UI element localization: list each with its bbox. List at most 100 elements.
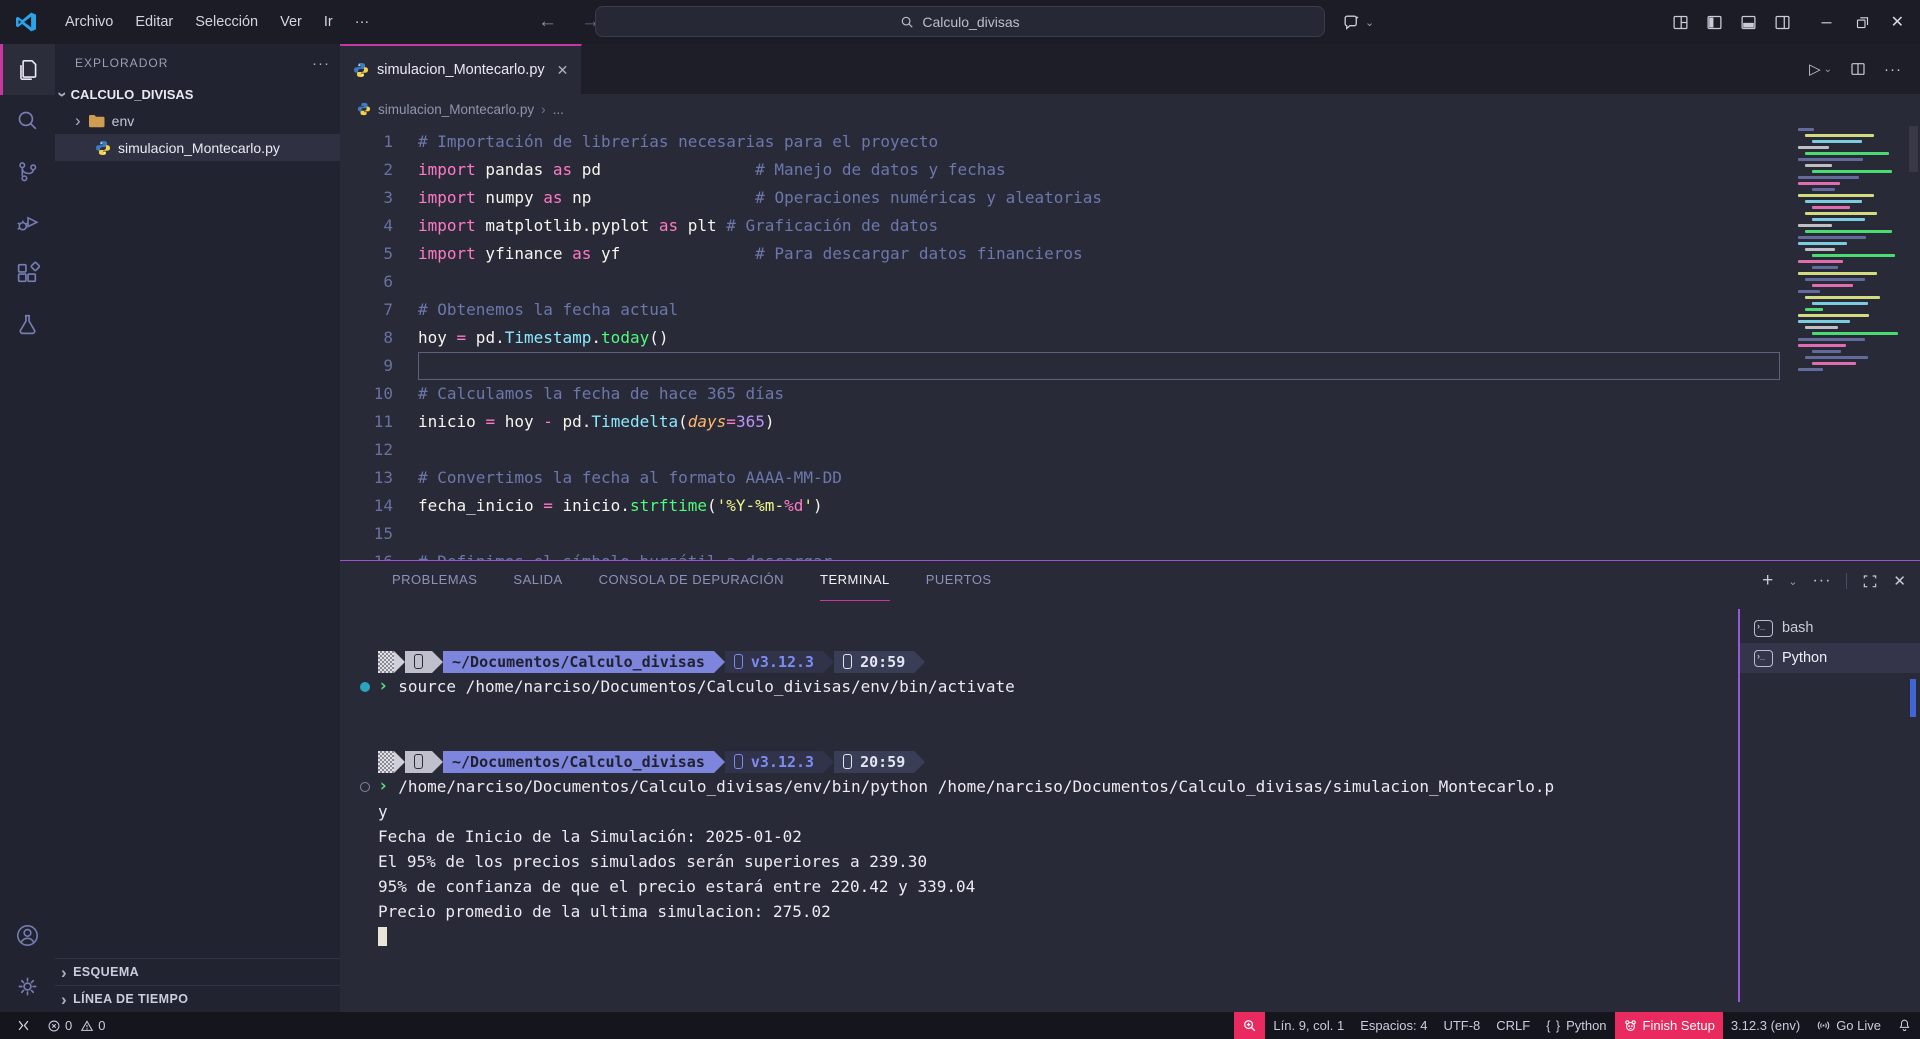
minimap-line <box>1805 164 1832 167</box>
activity-extensions[interactable] <box>0 248 55 299</box>
maximize-panel-icon[interactable] <box>1862 573 1878 589</box>
activity-testing[interactable] <box>0 299 55 350</box>
close-panel-icon[interactable]: ✕ <box>1893 572 1906 590</box>
minimap-line <box>1812 302 1868 305</box>
menu-archivo[interactable]: Archivo <box>54 9 124 35</box>
pane-linea-de-tiempo[interactable]: › LÍNEA DE TIEMPO <box>55 985 340 1012</box>
activity-search[interactable] <box>0 95 55 146</box>
split-editor-icon[interactable] <box>1850 61 1866 77</box>
status-eol-sequence[interactable]: CRLF <box>1488 1012 1538 1039</box>
menu-ver[interactable]: Ver <box>269 9 313 35</box>
activity-settings[interactable] <box>0 961 55 1012</box>
window-minimize-icon[interactable] <box>1819 15 1834 30</box>
activity-run-debug[interactable] <box>0 197 55 248</box>
command-center-search[interactable]: Calculo_divisas <box>595 6 1325 37</box>
status-python-interpreter[interactable]: 3.12.3 (env) <box>1723 1012 1808 1039</box>
code-line-7[interactable]: 7# Obtenemos la fecha actual <box>340 296 1920 324</box>
panel-more-actions-icon[interactable]: ··· <box>1812 572 1831 590</box>
status-finish-setup[interactable]: Finish Setup <box>1615 1012 1723 1039</box>
menu-[interactable]: ··· <box>344 9 381 35</box>
breadcrumb[interactable]: simulacion_Montecarlo.py › ... <box>340 94 1920 124</box>
code-line-9[interactable]: 9 <box>340 352 1920 380</box>
status-cursor-position[interactable]: Lín. 9, col. 1 <box>1265 1012 1352 1039</box>
tab-close-icon[interactable]: ✕ <box>557 62 569 79</box>
menu-editar[interactable]: Editar <box>124 9 184 35</box>
code-line-14[interactable]: 14fecha_inicio = inicio.strftime('%Y-%m-… <box>340 492 1920 520</box>
problems-indicator[interactable]: 0 0 <box>43 1012 109 1039</box>
status-language-mode[interactable]: { }Python <box>1538 1012 1614 1039</box>
code-editor[interactable]: 1# Importación de librerías necesarias p… <box>340 124 1920 560</box>
activity-source-control[interactable] <box>0 146 55 197</box>
minimap-line <box>1798 224 1832 227</box>
remote-indicator[interactable] <box>10 1012 37 1039</box>
code-line-2[interactable]: 2import pandas as pd # Manejo de datos y… <box>340 156 1920 184</box>
code-line-12[interactable]: 12 <box>340 436 1920 464</box>
terminal-instance-bash[interactable]: ›_bash <box>1740 613 1920 643</box>
code-line-3[interactable]: 3import numpy as np # Operaciones numéri… <box>340 184 1920 212</box>
code-line-6[interactable]: 6 <box>340 268 1920 296</box>
copilot-chat-icon[interactable] <box>1342 13 1361 32</box>
command-decoration-icon[interactable] <box>352 682 378 692</box>
code-line-11[interactable]: 11inicio = hoy - pd.Timedelta(days=365) <box>340 408 1920 436</box>
activity-accounts[interactable] <box>0 910 55 961</box>
tree-root-calculo-divisas[interactable]: › CALCULO_DIVISAS <box>55 82 340 107</box>
panel-tab-salida[interactable]: SALIDA <box>513 561 562 601</box>
panel-tab-puertos[interactable]: PUERTOS <box>926 561 992 601</box>
status-encoding[interactable]: UTF-8 <box>1435 1012 1488 1039</box>
tree-item-env[interactable]: › env <box>55 107 340 134</box>
output-text: Precio promedio de la ultima simulacion:… <box>378 899 831 924</box>
breadcrumb-file[interactable]: simulacion_Montecarlo.py <box>378 102 534 117</box>
terminal-scrollbar[interactable] <box>1910 679 1916 717</box>
activity-explorer[interactable] <box>0 44 55 95</box>
terminal-dropdown-icon[interactable]: ⌄ <box>1788 575 1797 588</box>
editor-scrollbar[interactable] <box>1909 126 1918 172</box>
minimap[interactable] <box>1798 128 1902 374</box>
terminal-command-line: ›source /home/narciso/Documentos/Calculo… <box>352 674 1738 699</box>
customize-layout-icon[interactable] <box>1672 14 1689 31</box>
panel-tab-problemas[interactable]: PROBLEMAS <box>392 561 477 601</box>
code-line-10[interactable]: 10# Calculamos la fecha de hace 365 días <box>340 380 1920 408</box>
terminal-output[interactable]: ~/Documentos/Calculo_divisasv3.12.320:59… <box>340 601 1738 1012</box>
panel-tab-terminal[interactable]: TERMINAL <box>820 561 890 601</box>
code-line-5[interactable]: 5import yfinance as yf # Para descargar … <box>340 240 1920 268</box>
status-notifications[interactable] <box>1889 1012 1920 1039</box>
panel-tab-consola-de-depuraci-n[interactable]: CONSOLA DE DEPURACIÓN <box>599 561 784 601</box>
terminal-instance-python[interactable]: ›_Python <box>1740 643 1920 673</box>
prompt-path-segment: ~/Documentos/Calculo_divisas <box>443 751 714 773</box>
code-line-4[interactable]: 4import matplotlib.pyplot as plt # Grafi… <box>340 212 1920 240</box>
prompt-dither-segment <box>378 751 394 773</box>
status-zoom-indicator[interactable] <box>1234 1012 1265 1039</box>
editor-tab-bar: simulacion_Montecarlo.py ✕ ▷⌄ ··· <box>340 44 1920 94</box>
editor-more-actions-icon[interactable]: ··· <box>1884 61 1902 78</box>
toggle-sidebar-icon[interactable] <box>1706 14 1723 31</box>
command-decoration-icon[interactable] <box>352 782 378 792</box>
code-line-16[interactable]: 16# Definimos el símbolo bursátil a desc… <box>340 548 1920 560</box>
sidebar-title: EXPLORADOR <box>75 56 168 70</box>
copilot-dropdown-icon[interactable]: ⌄ <box>1365 16 1374 29</box>
sidebar-more-actions-icon[interactable]: ··· <box>312 55 330 72</box>
python-icon <box>95 140 111 156</box>
code-line-8[interactable]: 8hoy = pd.Timestamp.today() <box>340 324 1920 352</box>
menu-seleccin[interactable]: Selección <box>184 9 269 35</box>
run-python-file-icon[interactable]: ▷⌄ <box>1809 60 1832 78</box>
window-restore-icon[interactable] <box>1855 15 1870 30</box>
menu-ir[interactable]: Ir <box>313 9 344 35</box>
nav-back-icon[interactable]: ← <box>538 11 557 33</box>
pane-esquema[interactable]: › ESQUEMA <box>55 958 340 985</box>
code-line-1[interactable]: 1# Importación de librerías necesarias p… <box>340 128 1920 156</box>
status-go-live[interactable]: Go Live <box>1808 1012 1889 1039</box>
terminal-command-line: ›/home/narciso/Documentos/Calculo_divisa… <box>352 774 1738 799</box>
breadcrumb-more[interactable]: ... <box>553 102 564 117</box>
new-terminal-icon[interactable]: + <box>1762 570 1773 592</box>
face-icon <box>1623 1018 1638 1033</box>
tree-item-simulacion-montecarlo[interactable]: simulacion_Montecarlo.py <box>55 134 340 161</box>
powerline-arrow-icon <box>394 651 405 673</box>
toggle-secondary-sidebar-icon[interactable] <box>1774 14 1791 31</box>
tab-simulacion-montecarlo[interactable]: simulacion_Montecarlo.py ✕ <box>340 44 582 94</box>
window-close-icon[interactable]: ✕ <box>1891 12 1904 32</box>
toggle-panel-icon[interactable] <box>1740 14 1757 31</box>
terminal-cursor-line <box>352 924 1738 949</box>
code-line-15[interactable]: 15 <box>340 520 1920 548</box>
status-indentation[interactable]: Espacios: 4 <box>1352 1012 1435 1039</box>
code-line-13[interactable]: 13# Convertimos la fecha al formato AAAA… <box>340 464 1920 492</box>
